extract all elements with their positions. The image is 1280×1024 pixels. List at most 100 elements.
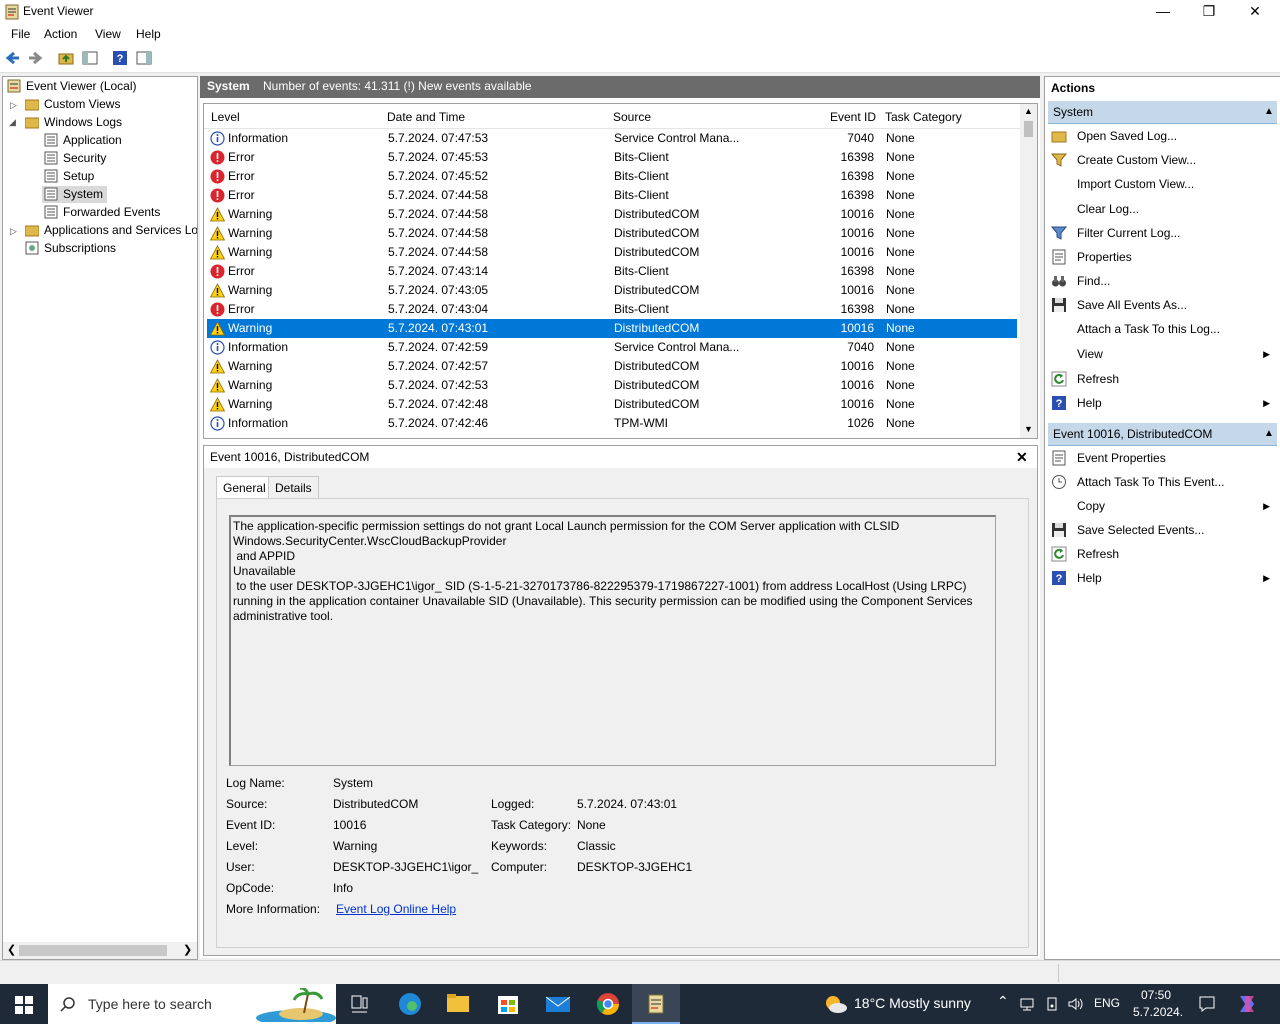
expand-arrow-icon[interactable]: ▷ [10,226,17,237]
action-event-properties[interactable]: Event Properties [1051,447,1274,469]
clock-date[interactable]: 5.7.2024. [1133,1005,1183,1019]
action-view[interactable]: View ▶ [1051,343,1274,365]
show-hidden-icons-icon[interactable]: ⌃ [997,993,1009,1010]
menu-help[interactable]: Help [136,27,161,41]
notifications-icon[interactable] [1198,995,1216,1013]
table-row[interactable]: Information 5.7.2024. 07:42:46 TPM-WMI 1026… [207,414,1017,433]
restore-button[interactable]: ❐ [1186,0,1232,24]
action-help[interactable]: ? Help ▶ [1051,567,1274,589]
scroll-thumb[interactable] [19,945,167,956]
weather-sun-icon[interactable] [822,992,848,1016]
tree-item-custom-views[interactable]: Custom Views [25,96,120,113]
event-viewer-taskbar-button[interactable] [632,984,680,1024]
clock-time[interactable]: 07:50 [1141,988,1171,1002]
table-row[interactable]: Warning 5.7.2024. 07:42:57 DistributedCOM 1… [207,357,1017,376]
task-view-icon[interactable] [336,984,384,1024]
tree-item-subscriptions[interactable]: Subscriptions [25,240,116,257]
tree-item-forwarded-events[interactable]: Forwarded Events [44,204,160,221]
tree-hscrollbar[interactable]: ❮ ❯ [3,942,197,959]
action-save-selected-events[interactable]: Save Selected Events... [1051,519,1274,541]
table-row[interactable]: Warning 5.7.2024. 07:44:58 DistributedCOM 1… [207,205,1017,224]
tab-general[interactable]: General [216,476,273,499]
table-row[interactable]: Warning 5.7.2024. 07:44:58 DistributedCOM 1… [207,243,1017,262]
action-properties[interactable]: Properties [1051,246,1274,268]
tab-details[interactable]: Details [268,476,319,499]
back-arrow-icon[interactable] [5,50,21,66]
scroll-down-icon[interactable]: ▼ [1024,424,1033,434]
tree-item-system[interactable]: System [42,186,108,203]
actions-section-system[interactable]: System ▲ [1048,101,1277,124]
language-indicator[interactable]: ENG [1094,996,1120,1010]
file-explorer-icon[interactable] [434,984,482,1024]
column-source[interactable]: Source [613,106,651,128]
table-row[interactable]: Error 5.7.2024. 07:45:52 Bits-Client 16398 N… [207,167,1017,186]
show-hide-tree-icon[interactable] [82,50,98,66]
volume-icon[interactable] [1067,996,1083,1012]
windows-start-icon[interactable] [15,996,33,1014]
tree-item-windows-logs[interactable]: Windows Logs [25,114,122,131]
menu-file[interactable]: File [11,27,30,41]
microsoft-store-icon[interactable] [484,984,532,1024]
table-row[interactable]: Error 5.7.2024. 07:43:04 Bits-Client 16398 N… [207,300,1017,319]
grid-vscrollbar[interactable]: ▲ ▼ [1020,104,1037,438]
table-row[interactable]: Information 5.7.2024. 07:42:59 Service Con… [207,338,1017,357]
action-refresh[interactable]: Refresh [1051,368,1274,390]
table-row[interactable]: Error 5.7.2024. 07:43:14 Bits-Client 16398 N… [207,262,1017,281]
action-save-all-events-as[interactable]: Save All Events As... [1051,294,1274,316]
show-hide-action-pane-icon[interactable] [136,50,152,66]
action-copy[interactable]: Copy ▶ [1051,495,1274,517]
table-row[interactable]: Warning 5.7.2024. 07:42:48 DistributedCOM 1… [207,395,1017,414]
scroll-up-icon[interactable]: ▲ [1024,106,1033,116]
table-row[interactable]: Warning 5.7.2024. 07:43:05 DistributedCOM 1… [207,281,1017,300]
device-icon[interactable] [1044,996,1060,1012]
scroll-thumb[interactable] [1024,121,1033,137]
collapse-section-icon[interactable]: ▲ [1264,101,1274,123]
event-description[interactable]: The application-specific permission sett… [229,515,996,766]
action-filter-current-log[interactable]: Filter Current Log... [1051,222,1274,244]
table-row[interactable]: Warning 5.7.2024. 07:44:58 DistributedCOM 1… [207,224,1017,243]
taskbar-search-box[interactable]: Type here to search [48,984,336,1024]
weather-text[interactable]: 18°C Mostly sunny [854,995,971,1011]
network-icon[interactable] [1019,996,1035,1012]
column-task-category[interactable]: Task Category [885,106,962,128]
tree-item-application[interactable]: Application [44,132,122,149]
close-icon[interactable]: ✕ [1016,446,1028,468]
action-clear-log[interactable]: Clear Log... [1051,198,1274,220]
event-log-online-help-link[interactable]: Event Log Online Help [336,902,456,916]
table-row[interactable]: Error 5.7.2024. 07:45:53 Bits-Client 16398 N… [207,148,1017,167]
up-folder-icon[interactable] [58,50,74,66]
action-open-saved-log[interactable]: Open Saved Log... [1051,125,1274,147]
forward-arrow-icon[interactable] [27,50,43,66]
minimize-button[interactable]: — [1140,0,1186,24]
table-row[interactable]: Error 5.7.2024. 07:44:58 Bits-Client 16398 N… [207,186,1017,205]
tree-item-security[interactable]: Security [44,150,106,167]
column-event-id[interactable]: Event ID [830,106,876,128]
action-create-custom-view[interactable]: Create Custom View... [1051,149,1274,171]
table-row[interactable]: Information 5.7.2024. 07:47:53 Service Con… [207,129,1017,148]
collapse-arrow-icon[interactable]: ◢ [9,117,16,128]
edge-browser-icon[interactable] [386,984,434,1024]
close-window-button[interactable]: ✕ [1232,0,1278,24]
scroll-right-icon[interactable]: ❯ [183,943,192,956]
action-help[interactable]: ? Help ▶ [1051,392,1274,414]
action-find[interactable]: Find... [1051,270,1274,292]
action-attach-task-to-this-event[interactable]: Attach Task To This Event... [1051,471,1274,493]
tree-item-apps-services[interactable]: Applications and Services Lo [25,222,197,239]
help-icon[interactable]: ? [112,50,128,66]
actions-section-event[interactable]: Event 10016, DistributedCOM ▲ [1048,423,1277,446]
action-refresh[interactable]: Refresh [1051,543,1274,565]
copilot-icon[interactable] [1236,994,1258,1014]
scroll-left-icon[interactable]: ❮ [7,943,16,956]
chrome-browser-icon[interactable] [584,984,632,1024]
expand-arrow-icon[interactable]: ▷ [10,100,17,111]
table-row[interactable]: Warning 5.7.2024. 07:43:01 DistributedCOM 1… [207,319,1017,338]
tree-item-setup[interactable]: Setup [44,168,94,185]
action-attach-a-task-to-this-log[interactable]: Attach a Task To this Log... [1051,318,1274,340]
action-import-custom-view[interactable]: Import Custom View... [1051,173,1274,195]
column-level[interactable]: Level [211,106,240,128]
menu-action[interactable]: Action [44,27,77,41]
collapse-section-icon[interactable]: ▲ [1264,423,1274,445]
tree-item-root[interactable]: Event Viewer (Local) [7,78,137,95]
menu-view[interactable]: View [95,27,121,41]
mail-icon[interactable] [534,984,582,1024]
